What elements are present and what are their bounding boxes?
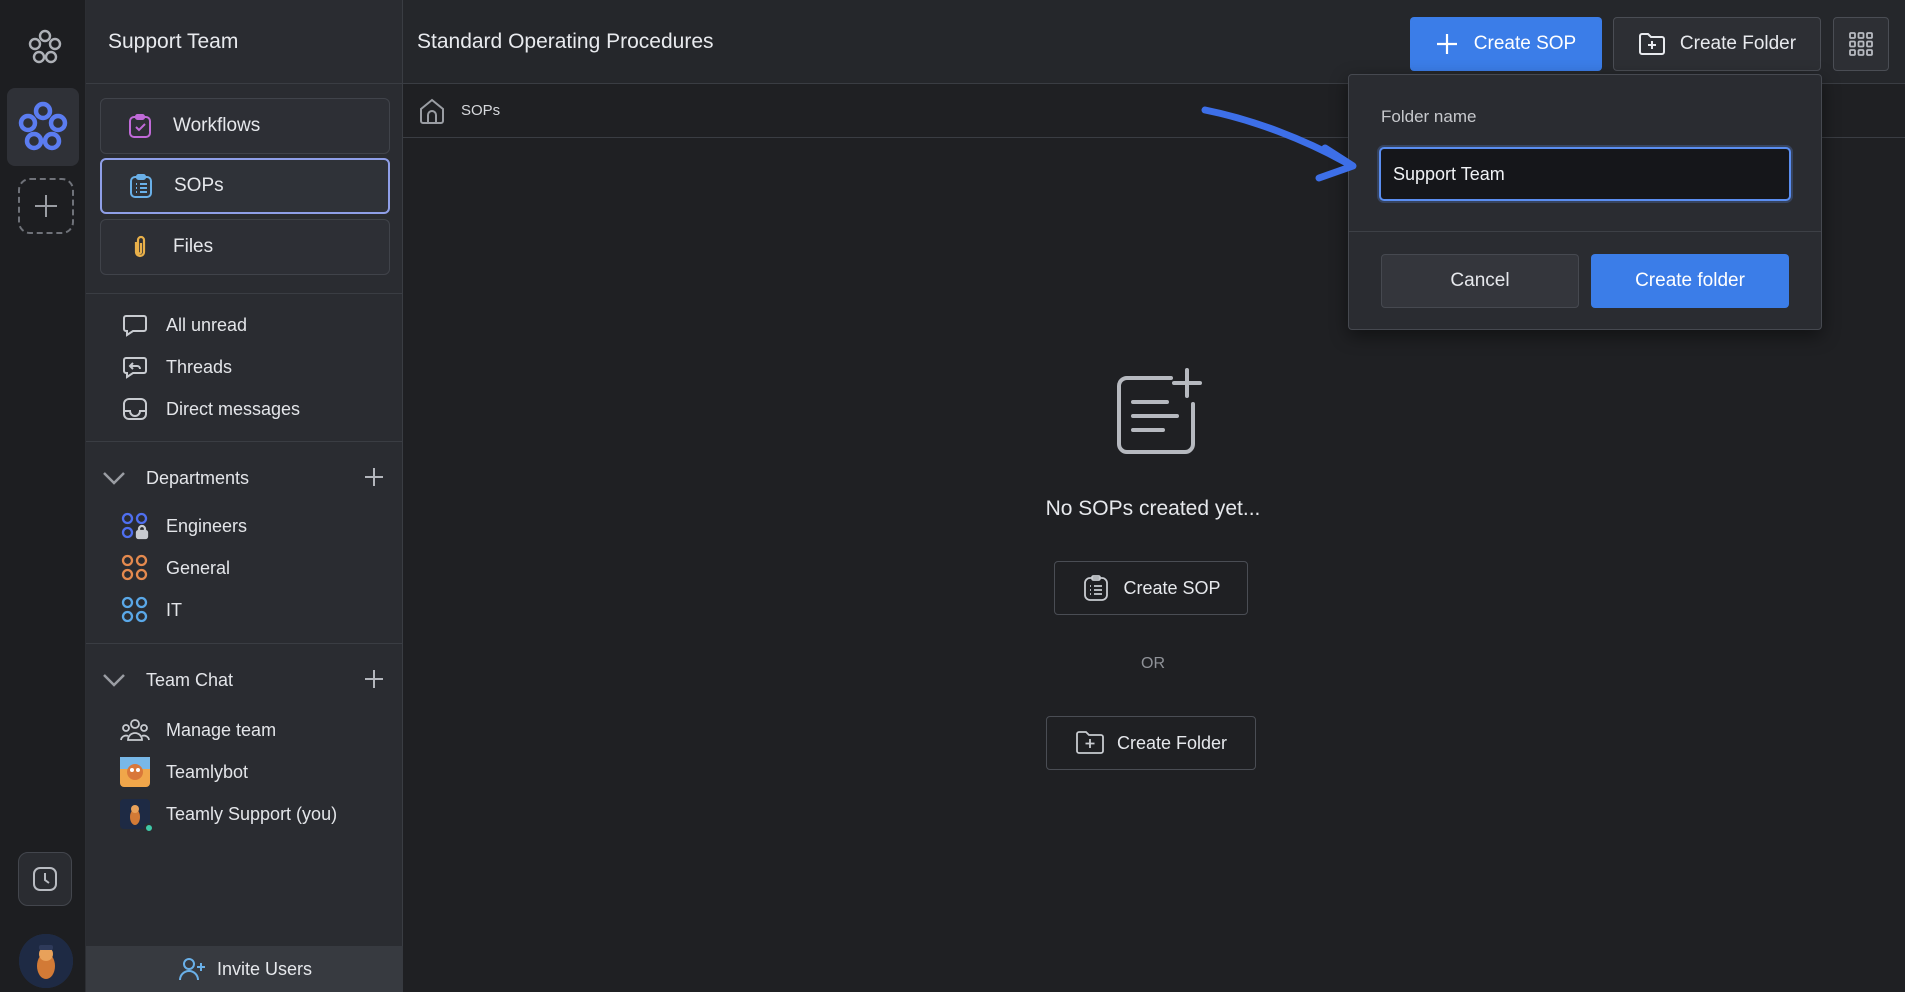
- empty-sop-icon: [1109, 366, 1203, 460]
- nav-workflows-label: Workflows: [173, 115, 261, 136]
- folder-name-label: Folder name: [1381, 107, 1477, 126]
- channel-it-label: IT: [166, 599, 182, 620]
- folder-name-input[interactable]: [1379, 147, 1791, 201]
- clipboard-list-icon: [128, 173, 154, 199]
- nav-all-unread[interactable]: All unread: [120, 309, 247, 341]
- paperclip-icon: [127, 234, 153, 260]
- nav-files-label: Files: [173, 236, 214, 257]
- top-bar: Standard Operating Procedures Create SOP…: [403, 0, 1905, 84]
- channel-general-label: General: [166, 557, 231, 578]
- nav-direct-messages[interactable]: Direct messages: [120, 393, 300, 425]
- manage-team-item[interactable]: Manage team: [120, 714, 276, 746]
- breadcrumb-current[interactable]: SOPs: [461, 102, 500, 119]
- or-separator: OR: [1141, 655, 1165, 672]
- empty-create-sop-label: Create SOP: [1123, 577, 1221, 598]
- history-button[interactable]: [18, 852, 72, 906]
- add-chat-button[interactable]: [362, 667, 386, 691]
- create-folder-submit-button[interactable]: Create folder: [1591, 254, 1789, 308]
- clock-icon: [33, 867, 57, 891]
- workspace-logo-icon: [18, 101, 68, 151]
- create-folder-button[interactable]: Create Folder: [1613, 17, 1821, 71]
- empty-create-folder-label: Create Folder: [1116, 732, 1228, 753]
- group-icon: [120, 595, 150, 625]
- empty-create-sop-button[interactable]: Create SOP: [1054, 561, 1248, 615]
- nav-workflows[interactable]: Workflows: [100, 98, 390, 154]
- channel-it[interactable]: IT: [120, 594, 182, 626]
- chat-teamly-support-label: Teamly Support (you): [166, 803, 338, 824]
- workspace-switcher-button[interactable]: [7, 88, 79, 166]
- folder-plus-icon: [1075, 728, 1105, 758]
- clipboard-check-icon: [127, 113, 153, 139]
- add-user-icon: [177, 954, 207, 984]
- invite-users-label: Invite Users: [216, 958, 313, 979]
- user-avatar: [120, 799, 154, 833]
- invite-users-button[interactable]: Invite Users: [86, 946, 403, 992]
- divider: [1349, 231, 1821, 232]
- add-department-button[interactable]: [362, 465, 386, 489]
- nav-all-unread-label: All unread: [166, 314, 248, 335]
- workspace-title[interactable]: Support Team: [86, 0, 402, 84]
- chat-bubble-icon: [120, 310, 150, 340]
- sidebar: Support Team Workflows SOPs Files All un…: [86, 0, 403, 992]
- locked-group-icon: [120, 511, 150, 541]
- user-avatar[interactable]: [19, 934, 73, 988]
- channel-engineers[interactable]: Engineers: [120, 510, 247, 542]
- manage-team-label: Manage team: [166, 719, 277, 740]
- divider: [86, 293, 403, 294]
- online-status-indicator: [144, 823, 154, 833]
- chevron-down-icon: [100, 464, 128, 492]
- apps-grid-button[interactable]: [1833, 17, 1889, 71]
- plus-icon: [1436, 34, 1457, 54]
- divider: [86, 643, 403, 644]
- grid-icon: [1849, 32, 1873, 56]
- empty-create-folder-button[interactable]: Create Folder: [1046, 716, 1256, 770]
- home-icon[interactable]: [417, 96, 447, 126]
- create-sop-label: Create SOP: [1473, 33, 1577, 54]
- team-chat-title: Team Chat: [146, 669, 234, 690]
- inbox-icon: [120, 394, 150, 424]
- nav-files[interactable]: Files: [100, 219, 390, 275]
- chevron-down-icon: [100, 666, 128, 694]
- annotation-arrow-icon: [1201, 106, 1357, 182]
- nav-threads[interactable]: Threads: [120, 351, 232, 383]
- nav-direct-messages-label: Direct messages: [166, 398, 301, 419]
- create-folder-label: Create Folder: [1679, 33, 1797, 54]
- channel-general[interactable]: General: [120, 552, 230, 584]
- nav-sops-label: SOPs: [174, 175, 224, 196]
- nav-sops[interactable]: SOPs: [100, 158, 390, 214]
- threads-icon: [120, 352, 150, 382]
- app-logo-icon: [26, 28, 64, 66]
- departments-title: Departments: [146, 467, 250, 488]
- chat-teamly-support[interactable]: Teamly Support (you): [120, 798, 338, 833]
- plus-icon: [35, 195, 57, 217]
- nav-threads-label: Threads: [166, 356, 233, 377]
- clipboard-list-icon: [1081, 573, 1111, 603]
- create-sop-button[interactable]: Create SOP: [1410, 17, 1602, 71]
- empty-state-message: No SOPs created yet...: [1045, 497, 1261, 520]
- departments-header[interactable]: Departments: [100, 461, 390, 495]
- page-title: Standard Operating Procedures: [417, 30, 714, 53]
- bot-avatar: [120, 757, 150, 787]
- chat-teamlybot[interactable]: Teamlybot: [120, 756, 248, 788]
- workspace-rail: [0, 0, 86, 992]
- team-chat-header[interactable]: Team Chat: [100, 663, 390, 697]
- team-icon: [120, 715, 150, 745]
- folder-plus-icon: [1638, 33, 1665, 55]
- add-workspace-button[interactable]: [18, 178, 74, 234]
- group-icon: [120, 553, 150, 583]
- cancel-button[interactable]: Cancel: [1381, 254, 1579, 308]
- divider: [86, 441, 403, 442]
- chat-teamlybot-label: Teamlybot: [166, 761, 249, 782]
- create-folder-popover: Folder name Cancel Create folder: [1348, 74, 1822, 330]
- channel-engineers-label: Engineers: [166, 515, 248, 536]
